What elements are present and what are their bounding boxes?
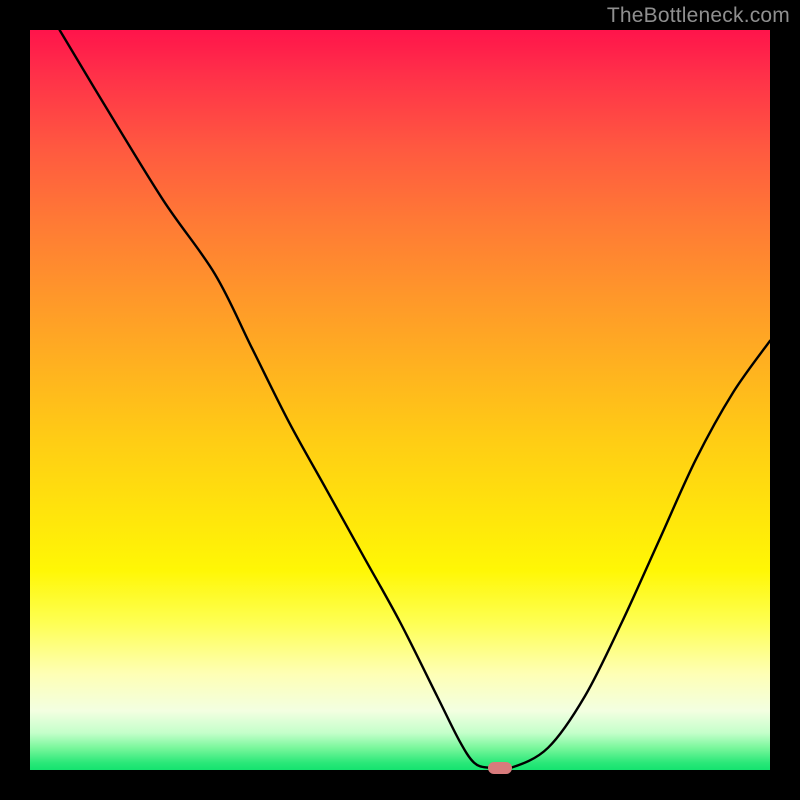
- chart-frame: TheBottleneck.com: [0, 0, 800, 800]
- optimum-marker: [488, 762, 512, 774]
- curve-svg: [30, 30, 770, 770]
- plot-area: [30, 30, 770, 770]
- bottleneck-curve: [60, 30, 770, 769]
- watermark-text: TheBottleneck.com: [607, 4, 790, 28]
